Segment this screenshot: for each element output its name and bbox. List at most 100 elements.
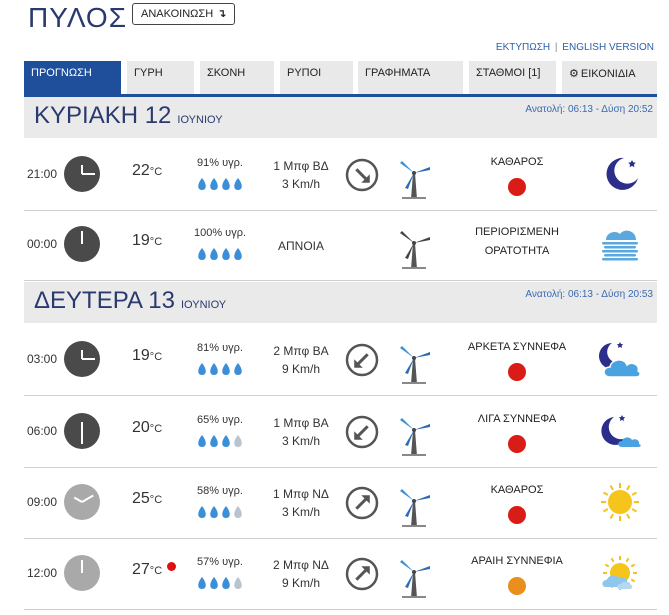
wind-direction-icon [345,486,379,520]
link-separator: | [554,42,558,53]
clock-icon [64,555,100,591]
wind-turbine-icon [396,223,432,269]
humidity: 57% υγρ. [197,556,243,568]
wind-speed: 9 Km/h [281,362,320,376]
clock-icon [64,484,100,520]
temperature: 27°C [132,561,162,579]
tab-pollen[interactable]: ΓΥΡΗ [127,61,194,95]
tab-dust[interactable]: ΣΚΟΝΗ [200,61,274,95]
temperature-unit: °C [149,166,163,178]
clock-icon [64,413,100,449]
tab-stations[interactable]: ΣΤΑΘΜΟΙ [1] [469,61,556,95]
wind-info: 1 Μπφ ΒΔ 3 Km/h [256,157,346,193]
weather-condition: ΚΑΘΑΡΟΣ [452,153,582,172]
tab-forecast-label: ΠΡΟΓΝΩΣΗ [31,67,92,79]
humidity-drops-icon [192,434,248,448]
temperature: 19°C [132,232,162,250]
moon-small-cloud-icon [598,409,642,453]
wind-speed: 3 Km/h [281,505,320,519]
humidity: 65% υγρ. [197,414,243,426]
day-month: ΙΟΥΝΙΟΥ [177,114,223,126]
humidity: 58% υγρ. [197,485,243,497]
humidity-drops-icon [192,177,248,191]
wind-direction-icon [345,343,379,377]
forecast-row: 00:00 19°C 100% υγρ. ΑΠΝΟΙΑ ΠΕΡΙΟΡΙΣΜΕΝΗ ΟΡΑ… [24,210,657,281]
wind-turbine-icon [396,410,432,456]
wind-turbine-icon [396,153,432,199]
tab-pollutants[interactable]: ΡΥΠΟΙ [280,61,353,95]
tab-forecast[interactable]: ΠΡΟΓΝΩΣΗ [24,61,121,95]
wind-info: ΑΠΝΟΙΑ [256,237,346,255]
english-version-link[interactable]: ENGLISH VERSION [562,42,654,53]
wind-direction-icon [345,415,379,449]
condition-line-2: ΟΡΑΤΟΤΗΤΑ [484,245,550,257]
mosquito-icon[interactable] [508,363,526,381]
moon-icon [598,152,642,196]
day-month: ΙΟΥΝΙΟΥ [181,299,227,311]
mosquito-icon[interactable] [508,577,526,595]
wind-beaufort: 2 Μπφ ΒΑ [273,344,329,358]
temperature-unit: °C [149,565,163,577]
day-name-label: ΔΕΥΤΕΡΑ 13 ΙΟΥΝΙΟΥ [34,287,226,315]
forecast-time: 06:00 [27,424,58,438]
forecast-row: 21:00 22°C 91% υγρ. 1 Μπφ ΒΔ 3 Km/h ΚΑΘΑΡΟΣ [24,140,657,211]
tab-icons[interactable]: ⚙ ΕΙΚΟΝΙΔΙΑ [562,61,657,95]
humidity-drops-icon [192,576,248,590]
forecast-row: 09:00 25°C 58% υγρ. 1 Μπφ ΝΔ 3 Km/h ΚΑΘΑΡΟΣ [24,468,657,539]
tab-stations-label: ΣΤΑΘΜΟΙ [1] [476,67,541,79]
fog-icon [598,222,642,266]
temperature-value: 22 [132,162,150,179]
tab-charts-label: ΓΡΑΦΗΜΑΤΑ [365,67,431,79]
temperature-unit: °C [149,423,163,435]
moon-cloud-icon [598,337,642,381]
wind-beaufort: ΑΠΝΟΙΑ [277,239,324,253]
temperature: 20°C [132,419,162,437]
weather-condition: ΑΡΚΕΤΑ ΣΥΝΝΕΦΑ [452,338,582,357]
humidity-drops-icon [192,362,248,376]
clock-icon [64,156,100,192]
tab-icons-label: ΕΙΚΟΝΙΔΙΑ [580,68,636,80]
tab-charts[interactable]: ΓΡΑΦΗΜΑΤΑ [358,61,463,95]
wind-speed: 3 Km/h [281,177,320,191]
wind-info: 1 Μπφ ΒΑ 3 Km/h [256,414,346,450]
tab-pollen-label: ΓΥΡΗ [134,67,163,79]
wind-beaufort: 2 Μπφ ΝΔ [273,558,329,572]
temperature: 22°C [132,162,162,180]
gear-icon: ⚙ [569,68,579,80]
condition-line-1: ΑΡΚΕΤΑ ΣΥΝΝΕΦΑ [467,341,567,353]
clock-icon [64,341,100,377]
forecast-row: 03:00 19°C 81% υγρ. 2 Μπφ ΒΑ 9 Km/h ΑΡΚΕΤΑ Σ… [24,325,657,396]
top-links: ΕΚΤΥΠΩΣΗ | ENGLISH VERSION [496,42,654,53]
condition-line-1: ΚΑΘΑΡΟΣ [490,156,544,168]
temperature-value: 20 [132,419,150,436]
condition-line-1: ΠΕΡΙΟΡΙΣΜΕΝΗ [475,226,559,238]
sunrise-sunset: Ανατολή: 06:13 - Δύση 20:52 [525,104,653,115]
print-link[interactable]: ΕΚΤΥΠΩΣΗ [496,42,550,53]
temperature-unit: °C [149,236,163,248]
wind-turbine-icon [396,338,432,384]
temperature-unit: °C [149,494,163,506]
announcement-button[interactable]: ΑΝΑΚΟΙΝΩΣΗ ↴ [132,3,236,25]
forecast-time: 00:00 [27,237,58,251]
temperature: 25°C [132,490,162,508]
day-header: ΔΕΥΤΕΡΑ 13 ΙΟΥΝΙΟΥ Ανατολή: 06:13 - Δύση … [24,282,657,323]
page-title: ΠΥΛΟΣ [28,2,128,33]
wind-beaufort: 1 Μπφ ΒΔ [273,159,329,173]
condition-line-1: ΚΑΘΑΡΟΣ [490,484,544,496]
weather-condition: ΠΕΡΙΟΡΙΣΜΕΝΗ ΟΡΑΤΟΤΗΤΑ [452,223,582,261]
wind-speed: 3 Km/h [281,434,320,448]
forecast-time: 12:00 [27,566,58,580]
condition-line-1: ΑΡΑΙΗ ΣΥΝΝΕΦΙΑ [471,555,563,567]
wind-turbine-icon [396,481,432,527]
mosquito-icon[interactable] [508,178,526,196]
mosquito-icon[interactable] [508,435,526,453]
arrow-down-icon: ↴ [217,8,227,20]
temperature-value: 19 [132,347,150,364]
sun-cloud-icon [598,551,642,595]
day-header: ΚΥΡΙΑΚΗ 12 ΙΟΥΝΙΟΥ Ανατολή: 06:13 - Δύση … [24,97,657,138]
forecast-time: 21:00 [27,167,58,181]
wind-beaufort: 1 Μπφ ΝΔ [273,487,329,501]
mosquito-icon[interactable] [508,506,526,524]
humidity: 100% υγρ. [193,227,247,239]
wind-direction-icon [345,158,379,192]
